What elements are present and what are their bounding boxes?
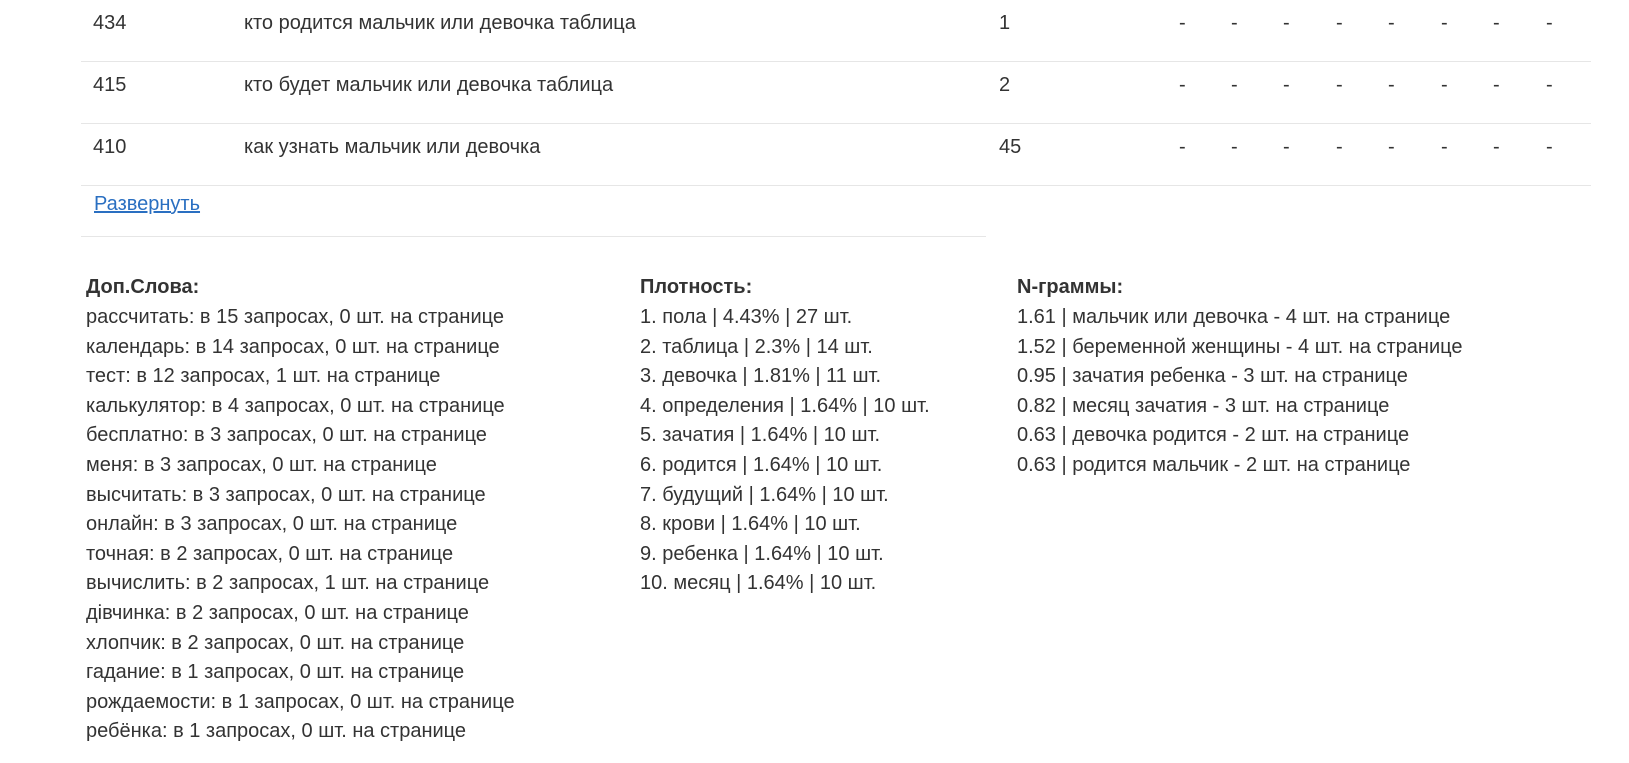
list-item: 7. будущий | 1.64% | 10 шт.	[640, 483, 889, 506]
list-item: календарь: в 14 запросах, 0 шт. на стран…	[86, 335, 500, 358]
list-item: вычислить: в 2 запросах, 1 шт. на страни…	[86, 572, 490, 595]
list-item: 1.61 | мальчик или девочка - 4 шт. на ст…	[1017, 306, 1451, 328]
empty-cell: -	[1179, 136, 1186, 158]
list-item: онлайн: в 3 запросах, 0 шт. на странице	[86, 513, 458, 536]
empty-cell: -	[1231, 74, 1238, 96]
density-section: Плотность: 1. пола | 4.43% | 27 шт. 2. т…	[640, 275, 930, 599]
list-item: высчитать: в 3 запросах, 0 шт. на страни…	[86, 483, 486, 506]
list-item: меня: в 3 запросах, 0 шт. на странице	[86, 453, 437, 476]
list-item: калькулятор: в 4 запросах, 0 шт. на стра…	[86, 394, 505, 417]
list-item: 2. таблица | 2.3% | 14 шт.	[640, 335, 873, 358]
query-number: 434	[93, 12, 127, 34]
empty-cell: -	[1231, 136, 1238, 158]
empty-cell: -	[1388, 12, 1395, 34]
empty-cell: -	[1546, 74, 1553, 96]
table-row: 434 кто родится мальчик или девочка табл…	[81, 0, 1591, 62]
empty-cell: -	[1388, 136, 1395, 158]
query-text: кто будет мальчик или девочка таблица	[244, 74, 614, 96]
empty-cell: -	[1546, 136, 1553, 158]
empty-cell: -	[1179, 74, 1186, 96]
empty-cell: -	[1283, 136, 1290, 158]
empty-cell: -	[1493, 136, 1500, 158]
list-item: 0.63 | девочка родится - 2 шт. на страни…	[1017, 424, 1410, 447]
query-frequency: 45	[999, 136, 1022, 158]
empty-cell: -	[1441, 136, 1448, 158]
query-number: 410	[93, 136, 127, 158]
empty-cell: -	[1546, 12, 1553, 34]
query-frequency: 1	[999, 12, 1011, 34]
list-item: ребёнка: в 1 запросах, 0 шт. на странице	[86, 720, 467, 743]
list-item: 3. девочка | 1.81% | 11 шт.	[640, 365, 882, 388]
query-text: как узнать мальчик или девочка	[244, 136, 541, 158]
list-item: 0.63 | родится мальчик - 2 шт. на страни…	[1017, 453, 1411, 476]
extra-words-title: Доп.Слова:	[86, 276, 200, 298]
extra-words-section: Доп.Слова: рассчитать: в 15 запросах, 0 …	[86, 275, 515, 747]
ngrams-title: N-граммы:	[1017, 276, 1124, 298]
list-item: 0.95 | зачатия ребенка - 3 шт. на страни…	[1017, 365, 1408, 388]
list-item: 4. определения | 1.64% | 10 шт.	[640, 394, 930, 417]
list-item: 5. зачатия | 1.64% | 10 шт.	[640, 424, 881, 447]
list-item: рождаемости: в 1 запросах, 0 шт. на стра…	[86, 690, 515, 713]
density-list: 1. пола | 4.43% | 27 шт. 2. таблица | 2.…	[640, 303, 930, 599]
list-item: дівчинка: в 2 запросах, 0 шт. на страниц…	[86, 601, 469, 624]
list-item: бесплатно: в 3 запросах, 0 шт. на страни…	[86, 424, 487, 447]
empty-cell: -	[1441, 12, 1448, 34]
empty-cell: -	[1283, 74, 1290, 96]
list-item: 8. крови | 1.64% | 10 шт.	[640, 513, 861, 536]
density-title: Плотность:	[640, 276, 753, 298]
ngrams-list: 1.61 | мальчик или девочка - 4 шт. на ст…	[1017, 303, 1463, 481]
list-item: 10. месяц | 1.64% | 10 шт.	[640, 572, 877, 595]
list-item: 0.82 | месяц зачатия - 3 шт. на странице	[1017, 394, 1390, 417]
query-text: кто родится мальчик или девочка таблица	[244, 12, 636, 34]
results-table: 434 кто родится мальчик или девочка табл…	[81, 0, 1591, 186]
empty-cell: -	[1179, 12, 1186, 34]
expand-row: Развернуть	[81, 176, 986, 237]
list-item: хлопчик: в 2 запросах, 0 шт. на странице	[86, 631, 465, 654]
list-item: рассчитать: в 15 запросах, 0 шт. на стра…	[86, 306, 504, 328]
extra-words-list: рассчитать: в 15 запросах, 0 шт. на стра…	[86, 303, 515, 747]
expand-link[interactable]: Развернуть	[94, 192, 200, 216]
empty-cell: -	[1388, 74, 1395, 96]
list-item: 1.52 | беременной женщины - 4 шт. на стр…	[1017, 335, 1463, 358]
empty-cell: -	[1336, 136, 1343, 158]
list-item: 1. пола | 4.43% | 27 шт.	[640, 306, 853, 328]
empty-cell: -	[1441, 74, 1448, 96]
empty-cell: -	[1493, 74, 1500, 96]
empty-cell: -	[1231, 12, 1238, 34]
empty-cell: -	[1493, 12, 1500, 34]
list-item: гадание: в 1 запросах, 0 шт. на странице	[86, 661, 465, 684]
query-number: 415	[93, 74, 127, 96]
query-frequency: 2	[999, 74, 1011, 96]
list-item: точная: в 2 запросах, 0 шт. на странице	[86, 542, 454, 565]
list-item: тест: в 12 запросах, 1 шт. на странице	[86, 365, 441, 388]
table-row: 415 кто будет мальчик или девочка таблиц…	[81, 62, 1591, 124]
empty-cell: -	[1283, 12, 1290, 34]
ngrams-section: N-граммы: 1.61 | мальчик или девочка - 4…	[1017, 275, 1463, 481]
empty-cell: -	[1336, 12, 1343, 34]
list-item: 9. ребенка | 1.64% | 10 шт.	[640, 542, 884, 565]
empty-cell: -	[1336, 74, 1343, 96]
list-item: 6. родится | 1.64% | 10 шт.	[640, 453, 883, 476]
